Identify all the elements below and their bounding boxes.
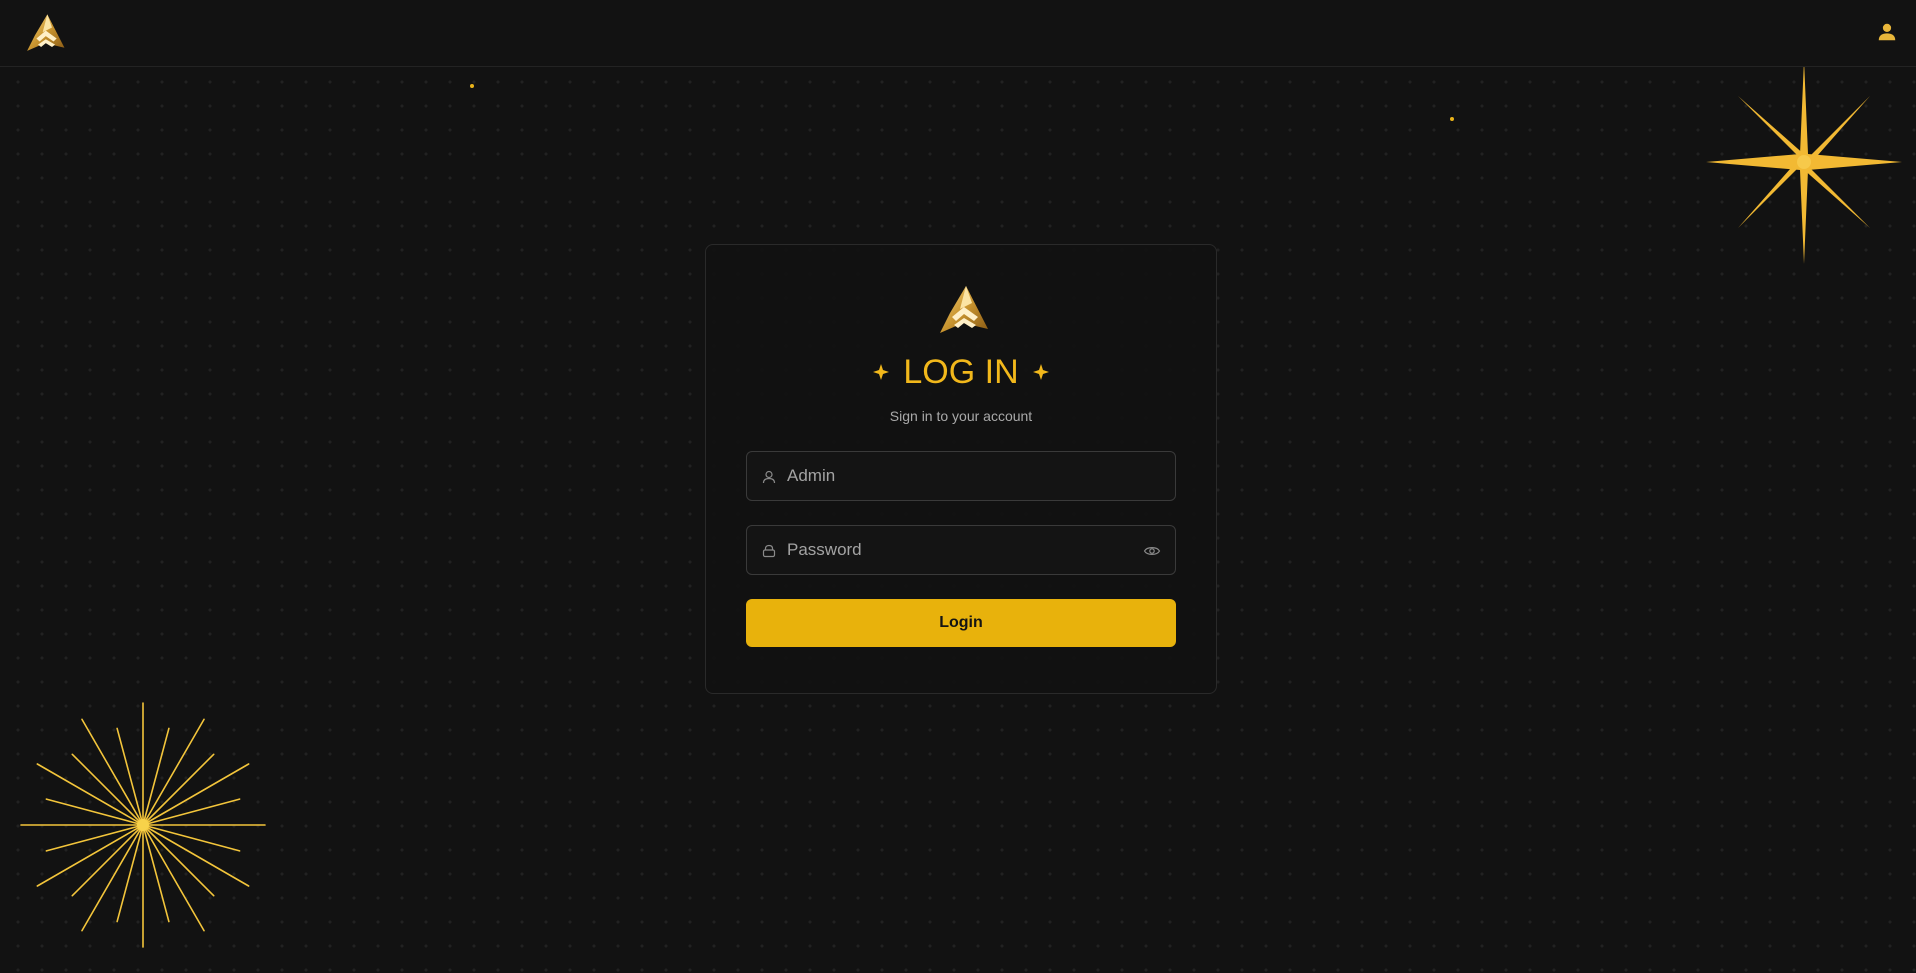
- sparkle-icon: [1032, 364, 1049, 380]
- starburst-ray: [71, 824, 144, 897]
- starburst-ray: [142, 824, 215, 897]
- lock-icon: [762, 544, 776, 558]
- username-field[interactable]: [746, 451, 1176, 501]
- starburst-ray: [142, 824, 170, 923]
- page-title: LOG IN: [903, 352, 1019, 391]
- starburst-ray: [45, 824, 144, 852]
- starburst-ray: [142, 798, 241, 826]
- app-logo-icon[interactable]: [24, 12, 66, 54]
- starburst-ray: [45, 798, 144, 826]
- app-logo-icon: [940, 286, 988, 333]
- login-button[interactable]: Login: [746, 599, 1176, 647]
- starburst-ray: [142, 824, 250, 887]
- login-card: LOG IN Sign in to your account Admin Log…: [705, 244, 1217, 694]
- password-input[interactable]: [787, 526, 1127, 574]
- sparkle-dot: [1450, 117, 1454, 121]
- starburst-ray: [71, 753, 144, 826]
- starburst-decoration: [20, 702, 266, 948]
- username-input[interactable]: [787, 452, 1127, 500]
- title-row: LOG IN: [706, 347, 1216, 397]
- user-outline-icon: [762, 470, 776, 484]
- page-subtitle: Sign in to your account: [889, 408, 1033, 424]
- user-icon[interactable]: [1876, 21, 1898, 43]
- starburst-ray: [81, 718, 144, 826]
- starburst-ray: [116, 824, 144, 923]
- starburst-ray: [116, 727, 144, 826]
- password-field[interactable]: [746, 525, 1176, 575]
- sparkle-dot: [470, 84, 474, 88]
- star-decoration: [1706, 60, 1902, 264]
- starburst-ray: [142, 763, 250, 826]
- sparkle-icon: [873, 364, 890, 380]
- starburst-ray: [142, 824, 205, 932]
- starburst-ray: [142, 753, 215, 826]
- starburst-ray: [36, 824, 144, 887]
- login-page: LOG IN Sign in to your account Admin Log…: [0, 0, 1916, 973]
- starburst-ray: [36, 763, 144, 826]
- starburst-ray: [142, 824, 241, 852]
- starburst-ray: [81, 824, 144, 932]
- eye-icon[interactable]: [1143, 542, 1161, 560]
- top-bar: [0, 0, 1916, 67]
- starburst-ray: [142, 718, 205, 826]
- starburst-ray: [142, 727, 170, 826]
